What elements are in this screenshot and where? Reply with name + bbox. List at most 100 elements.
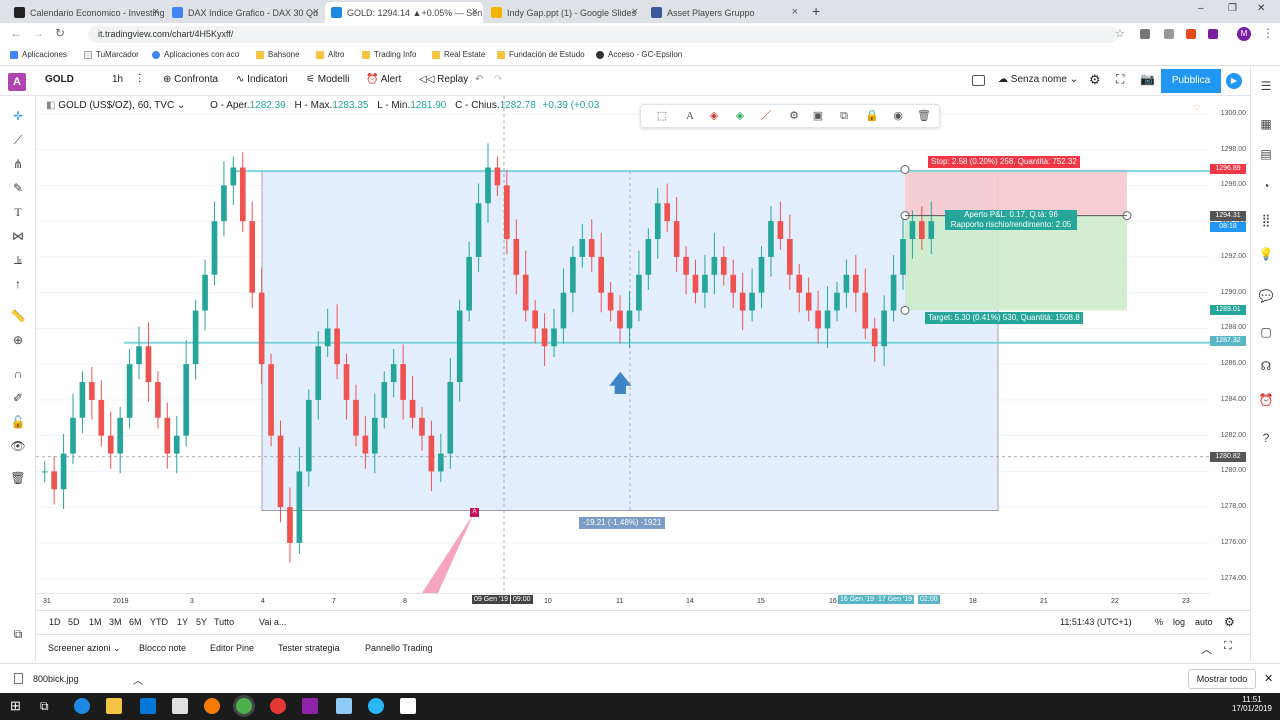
explorer-icon[interactable] [106,698,122,714]
tab-strategy-tester[interactable]: Tester strategia [278,643,340,653]
back-icon[interactable]: ← [10,26,22,40]
settings-icon[interactable]: ⚙ [787,109,801,123]
templates-button[interactable]: ⚟ Modelli [306,74,349,85]
goto-date[interactable]: Vai a... [259,617,286,627]
app-icon[interactable] [336,698,352,714]
redo-icon[interactable]: ↷ [494,74,502,85]
app-icon[interactable] [204,698,220,714]
select-drag-icon[interactable]: ⬚ [655,109,669,123]
maximize-button[interactable]: ❐ [1228,3,1237,14]
range-5d[interactable]: 5D [68,617,80,627]
app-icon[interactable] [172,698,188,714]
task-view-icon[interactable]: ⧉ [40,698,56,714]
lock-icon[interactable]: 🔓 [10,414,26,430]
chat-icon[interactable]: 💬 [1258,288,1274,304]
download-filename[interactable]: 800bick.jpg [33,674,79,684]
delete-icon[interactable]: 🗑 [917,109,931,123]
browser-tab[interactable]: Asset Players Gruppo × [645,2,803,23]
bookmark-item[interactable]: Acceso - GC-Epsilon [596,50,682,59]
auto-toggle[interactable]: auto [1195,617,1213,627]
trash-icon[interactable]: 🗑 [10,470,26,486]
up-arrow-icon[interactable]: 🡅 [608,372,633,396]
range-1m[interactable]: 1M [89,617,102,627]
visual-order-icon[interactable]: ▣ [811,109,825,123]
axis-settings-icon[interactable]: ⚙ [1224,615,1235,629]
alerts-icon[interactable]: ⏰ [1258,392,1274,408]
extension-icon[interactable] [1208,29,1218,39]
prediction-icon[interactable]: ⫡ [10,252,26,268]
forward-icon[interactable]: → [32,26,44,40]
extension-icon[interactable] [1186,29,1196,39]
stop-label[interactable]: Stop: 2.58 (0.20%) 258, Quantità: 752.32 [928,156,1080,168]
mail-icon[interactable] [140,698,156,714]
minimize-button[interactable]: – [1198,3,1204,14]
range-5y[interactable]: 5Y [196,617,207,627]
time-axis[interactable]: 312019347891011141516171821222309 Gen '1… [36,593,1210,610]
chrome-icon[interactable] [236,698,252,714]
range-all[interactable]: Tutto [214,617,234,627]
reload-icon[interactable]: ↻ [55,26,65,40]
collapse-icon[interactable]: ◧ [46,100,58,111]
notifications-icon[interactable]: ☊ [1258,358,1274,374]
tab-notes[interactable]: Blocco note [139,643,186,653]
close-tab-icon[interactable]: × [472,6,478,18]
alert-button[interactable]: ⏰ Alert [366,74,401,85]
user-avatar[interactable]: A [8,73,26,91]
target-label[interactable]: Target: 5.30 (0.41%) 530, Quantità: 1508… [925,312,1083,324]
browser-tab-active[interactable]: GOLD: 1294.14 ▲+0.05% — Sen × [325,2,483,23]
range-3m[interactable]: 3M [109,617,122,627]
warning-icon[interactable]: ◌ [1194,102,1200,113]
legend-instrument[interactable]: GOLD (US$/OZ), 60, TVC [58,100,174,111]
fullscreen-box-icon[interactable] [972,75,985,86]
compare-button[interactable]: ⊕ Confronta [163,74,218,85]
lock-icon[interactable]: 🔒 [865,109,879,123]
browser-tab[interactable]: DAX Indice Grafico - DAX 30 Qu × [166,2,324,23]
eye-icon[interactable]: 👁 [10,438,26,454]
bookmark-item[interactable]: Trading Info [362,50,416,59]
close-download-icon[interactable]: ✕ [1264,672,1273,685]
chevron-up-icon[interactable]: ︿ [133,672,143,687]
maximize-panel-icon[interactable]: ⛶ [1224,640,1232,653]
extension-icon[interactable] [1164,29,1174,39]
clock-icon[interactable]: ◔ [1258,178,1274,194]
text-color-icon[interactable]: A [683,109,697,123]
open-pnl-label[interactable]: Aperto P&L: 0.17, Q.tà: 96 Rapporto risc… [945,210,1077,230]
ruler-icon[interactable]: 📏 [10,308,26,324]
bookmark-item[interactable]: Bahsone [256,50,300,59]
range-ytd[interactable]: YTD [150,617,168,627]
range-1y[interactable]: 1Y [177,617,188,627]
price-axis[interactable]: 1300.001298.001296.001294.001292.001290.… [1210,96,1250,593]
clone-icon[interactable]: ⧉ [837,109,851,123]
news-icon[interactable]: ▤ [1258,146,1274,162]
windows-start-icon[interactable]: ⊞ [10,698,26,714]
candle-style-icon[interactable]: ⫶ [138,72,141,87]
settings-gear-icon[interactable]: ⚙ [1089,72,1101,88]
publish-button[interactable]: Pubblica [1161,69,1221,93]
pitchfork-icon[interactable]: ⋔ [10,156,26,172]
fill-color-icon[interactable]: ◈ [707,109,721,123]
eye-icon[interactable]: ◉ [891,109,905,123]
text-tool-icon[interactable]: T [10,204,26,220]
fullscreen-icon[interactable]: ⛶ [1116,72,1124,87]
app-icon[interactable] [302,698,318,714]
bookmark-item[interactable]: Fundación de Estudo [497,50,585,59]
log-toggle[interactable]: log [1173,617,1185,627]
replay-button[interactable]: ◁◁ Replay [419,74,468,85]
interval-selector[interactable]: 1h [112,74,123,85]
zoom-icon[interactable]: ⊕ [10,332,26,348]
crosshair-icon[interactable]: ✛ [10,108,26,124]
extension-icon[interactable] [1140,29,1150,39]
bookmark-item[interactable]: Real Estate [432,50,485,59]
streams-icon[interactable]: ▢ [1258,324,1274,340]
close-tab-icon[interactable]: × [153,6,159,18]
symbol-search[interactable]: GOLD [45,74,74,85]
calculator-icon[interactable] [400,698,416,714]
close-tab-icon[interactable]: × [632,6,638,18]
new-tab-button[interactable]: + [812,3,820,19]
close-window-button[interactable]: ✕ [1257,3,1265,14]
layout-selector[interactable]: ☁ Senza nome ⌄ [998,74,1078,85]
percent-toggle[interactable]: % [1155,617,1163,627]
camera-icon[interactable]: 📷 [1140,72,1155,86]
browser-menu-icon[interactable]: ⋮ [1262,26,1274,40]
tab-trading-panel[interactable]: Pannello Trading [365,643,433,653]
